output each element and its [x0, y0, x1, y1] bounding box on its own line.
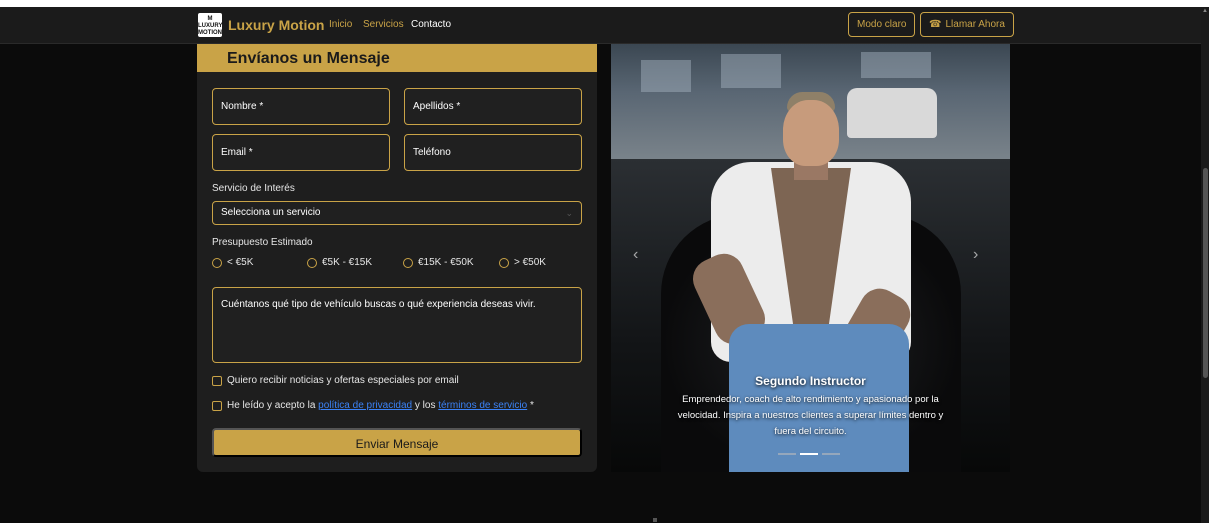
terms-prefix: He leído y acepto la — [227, 400, 316, 411]
slide-title: Segundo Instructor — [755, 374, 866, 388]
carousel-indicators — [778, 453, 840, 455]
budget-label: Presupuesto Estimado — [212, 237, 313, 248]
message-placeholder: Cuéntanos qué tipo de vehículo buscas o … — [221, 299, 536, 310]
chevron-down-icon: ⌄ — [565, 208, 573, 218]
scrollbar-thumb[interactable] — [1203, 168, 1208, 378]
carousel-prev-icon[interactable]: ‹ — [633, 246, 638, 264]
telefono-field[interactable]: Teléfono — [404, 134, 582, 171]
budget-option-label: > €50K — [514, 257, 546, 268]
service-label: Servicio de Interés — [212, 183, 295, 194]
form-title: Envíanos un Mensaje — [227, 50, 390, 67]
scroll-up-icon[interactable]: ▲ — [1202, 8, 1208, 14]
call-button[interactable]: ☎ Llamar Ahora — [920, 12, 1014, 37]
budget-option-label: €5K - €15K — [322, 257, 373, 268]
privacy-link[interactable]: política de privacidad — [318, 400, 412, 411]
radio-circle-icon — [499, 257, 509, 268]
background-window — [721, 54, 781, 88]
contact-form: Envíanos un Mensaje Nombre * Apellidos *… — [197, 44, 597, 472]
scroll-indicator-dot — [653, 518, 657, 522]
apellidos-field[interactable]: Apellidos * — [404, 88, 582, 125]
nombre-label: Nombre * — [221, 101, 264, 112]
email-field[interactable]: Email * — [212, 134, 390, 171]
terms-label: He leído y acepto la política de privaci… — [227, 400, 534, 411]
carousel-indicator-active[interactable] — [800, 453, 818, 455]
carousel-indicator[interactable] — [778, 453, 796, 455]
submit-label: Enviar Mensaje — [355, 437, 439, 451]
terms-mid: y los — [414, 400, 436, 411]
phone-icon: ☎ — [929, 19, 942, 30]
checkbox-icon — [212, 400, 222, 411]
service-select[interactable]: Selecciona un servicio ⌄ — [212, 201, 582, 225]
radio-circle-icon — [403, 257, 413, 268]
carousel-indicator[interactable] — [822, 453, 840, 455]
theme-toggle-button[interactable]: Modo claro — [848, 12, 916, 37]
newsletter-checkbox[interactable]: Quiero recibir noticias y ofertas especi… — [212, 375, 459, 386]
terms-link[interactable]: términos de servicio — [438, 400, 527, 411]
background-window — [861, 52, 931, 78]
instructor-carousel: ‹ › Segundo Instructor Emprendedor, coac… — [611, 44, 1010, 472]
top-strip — [0, 0, 1209, 7]
background-window — [641, 60, 691, 92]
form-header: Envíanos un Mensaje — [197, 44, 597, 72]
nombre-field[interactable]: Nombre * — [212, 88, 390, 125]
background-car — [847, 88, 937, 138]
budget-option-4[interactable]: > €50K — [499, 257, 546, 268]
nav-link-inicio[interactable]: Inicio — [329, 19, 352, 30]
radio-circle-icon — [307, 257, 317, 268]
apellidos-label: Apellidos * — [413, 101, 461, 112]
email-label: Email * — [221, 147, 253, 158]
instructor-head — [783, 100, 839, 166]
brand-name[interactable]: Luxury Motion — [228, 17, 324, 33]
budget-option-label: < €5K — [227, 257, 254, 268]
slide-description: Emprendedor, coach de alto rendimiento y… — [677, 394, 944, 437]
radio-circle-icon — [212, 257, 222, 268]
newsletter-label: Quiero recibir noticias y ofertas especi… — [227, 375, 459, 386]
budget-option-label: €15K - €50K — [418, 257, 474, 268]
telefono-label: Teléfono — [413, 147, 451, 158]
logo-text: M LUXURY MOTION — [198, 16, 223, 36]
budget-option-2[interactable]: €5K - €15K — [307, 257, 372, 268]
theme-toggle-label: Modo claro — [857, 19, 907, 30]
terms-checkbox[interactable]: He leído y acepto la política de privaci… — [212, 400, 534, 411]
call-button-label: Llamar Ahora — [945, 19, 1005, 30]
checkbox-icon — [212, 375, 222, 386]
budget-option-1[interactable]: < €5K — [212, 257, 253, 268]
logo[interactable]: M LUXURY MOTION — [198, 13, 222, 37]
navbar: M LUXURY MOTION Luxury Motion Inicio Ser… — [0, 7, 1201, 44]
terms-suffix: * — [529, 400, 534, 411]
message-textarea[interactable]: Cuéntanos qué tipo de vehículo buscas o … — [212, 287, 582, 363]
nav-link-contacto[interactable]: Contacto — [411, 19, 451, 30]
service-value: Selecciona un servicio — [221, 207, 321, 218]
budget-option-3[interactable]: €15K - €50K — [403, 257, 474, 268]
nav-link-servicios[interactable]: Servicios — [363, 19, 404, 30]
carousel-next-icon[interactable]: › — [973, 246, 978, 264]
submit-button[interactable]: Enviar Mensaje — [212, 428, 582, 457]
